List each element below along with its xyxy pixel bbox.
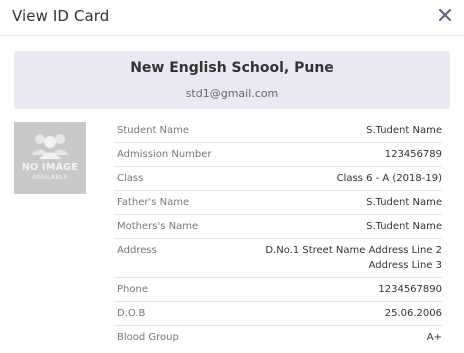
no-image-text: NO IMAGE	[21, 162, 79, 173]
available-text: AVAILABLE	[32, 174, 68, 181]
detail-row-admission-number: Admission Number 123456789	[114, 143, 442, 167]
detail-label: Father's Name	[117, 197, 190, 208]
detail-value: S.Tudent Name	[366, 125, 442, 136]
student-details-table: Student Name S.Tudent Name Admission Num…	[114, 119, 442, 349]
detail-label: Admission Number	[117, 149, 212, 160]
detail-row-mother-name: Mothers's Name S.Tudent Name	[114, 215, 442, 239]
detail-row-blood-group: Blood Group A+	[114, 326, 442, 349]
detail-row-address: Address D.No.1 Street Name Address Line …	[114, 239, 442, 278]
detail-label: Mothers's Name	[117, 221, 199, 232]
detail-label: Address	[117, 245, 157, 256]
detail-label: D.O.B	[117, 308, 146, 319]
close-button[interactable]	[435, 5, 455, 25]
detail-value: Class 6 - A (2018-19)	[336, 173, 442, 184]
school-email: std1@gmail.com	[185, 87, 279, 100]
id-card-modal: View ID Card New English School, Pune st…	[0, 0, 464, 353]
school-banner: New English School, Pune std1@gmail.com	[14, 51, 450, 109]
detail-value: S.Tudent Name	[366, 197, 442, 208]
detail-value: 123456789	[384, 149, 442, 160]
close-icon	[438, 8, 452, 22]
user-group-placeholder-icon	[31, 134, 69, 159]
detail-row-dob: D.O.B 25.06.2006	[114, 302, 442, 326]
detail-label: Class	[117, 173, 144, 184]
detail-row-father-name: Father's Name S.Tudent Name	[114, 191, 442, 215]
detail-value: A+	[426, 332, 442, 343]
modal-header: View ID Card	[0, 0, 464, 36]
student-photo-placeholder: NO IMAGE AVAILABLE	[14, 122, 86, 194]
school-name: New English School, Pune	[130, 60, 334, 76]
detail-label: Blood Group	[117, 332, 179, 343]
detail-value: 25.06.2006	[384, 308, 442, 319]
detail-row-class: Class Class 6 - A (2018-19)	[114, 167, 442, 191]
detail-row-phone: Phone 1234567890	[114, 278, 442, 302]
detail-value: S.Tudent Name	[366, 221, 442, 232]
detail-value: D.No.1 Street Name Address Line 2 Addres…	[265, 245, 442, 271]
detail-row-student-name: Student Name S.Tudent Name	[114, 119, 442, 143]
detail-value: 1234567890	[378, 284, 442, 295]
detail-label: Student Name	[117, 125, 190, 136]
detail-label: Phone	[117, 284, 148, 295]
modal-title: View ID Card	[12, 7, 110, 25]
